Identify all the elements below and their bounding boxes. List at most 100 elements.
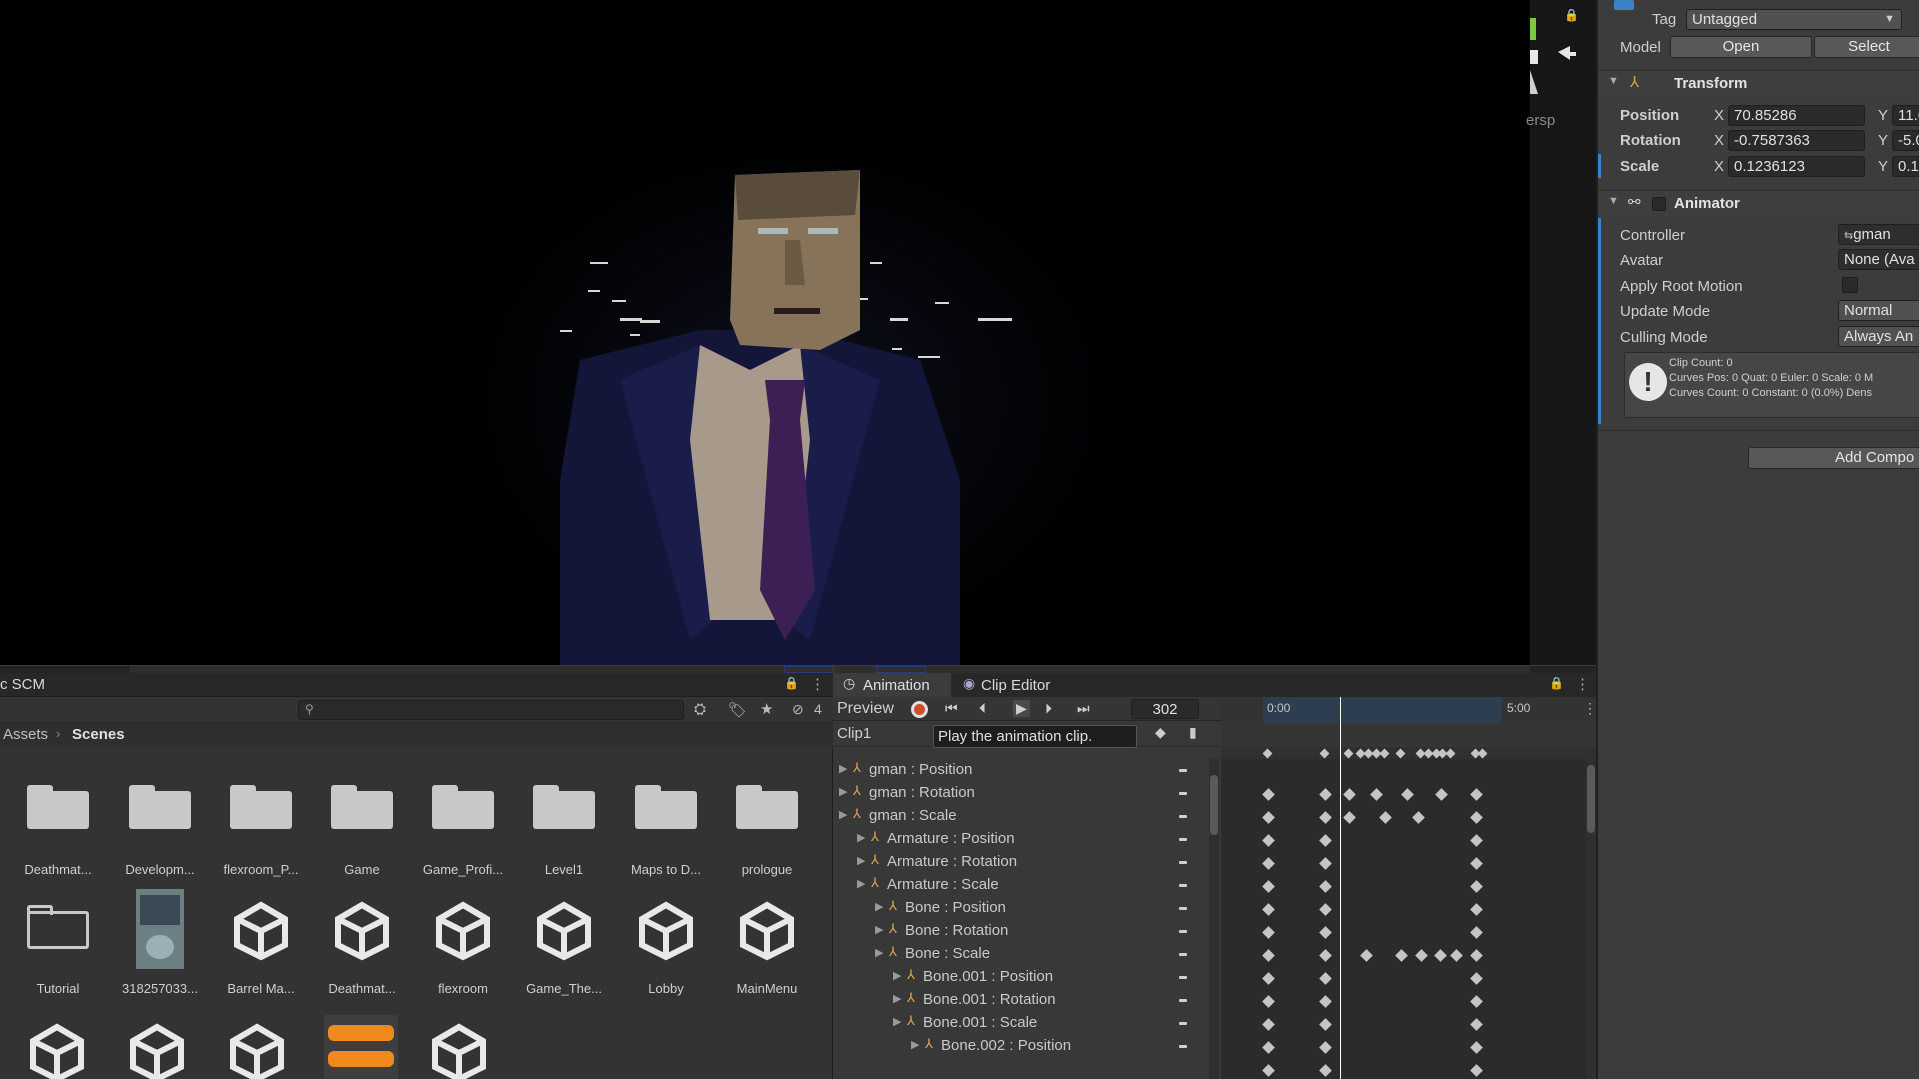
keyframe[interactable]: [1262, 949, 1275, 962]
track-row[interactable]: ▶⅄Bone : Rotation: [833, 920, 1208, 943]
transform-section[interactable]: ▼ ⅄ Transform: [1598, 70, 1919, 97]
persp-label[interactable]: ersp: [1526, 112, 1555, 129]
summary-keyframe[interactable]: [1478, 749, 1488, 759]
expand-arrow-icon[interactable]: ▶: [839, 762, 847, 775]
track-options-icon[interactable]: [1179, 976, 1187, 979]
expand-arrow-icon[interactable]: ▶: [875, 900, 883, 913]
keyframe[interactable]: [1470, 926, 1483, 939]
keyframe[interactable]: [1470, 1018, 1483, 1031]
keyframe[interactable]: [1343, 811, 1356, 824]
orientation-gizmo[interactable]: [1530, 0, 1596, 130]
track-row[interactable]: ▶⅄Bone : Position: [833, 897, 1208, 920]
track-row[interactable]: ▶⅄Armature : Rotation: [833, 851, 1208, 874]
asset-label[interactable]: Level1: [516, 862, 612, 877]
add-event-icon[interactable]: ▮: [1189, 724, 1197, 741]
keyframe[interactable]: [1470, 834, 1483, 847]
asset-label[interactable]: MainMenu: [719, 981, 815, 996]
keyframe[interactable]: [1412, 811, 1425, 824]
breadcrumb-scenes[interactable]: Scenes: [72, 726, 125, 743]
unity-scene-icon[interactable]: [635, 899, 697, 961]
folder-icon[interactable]: [129, 785, 191, 827]
summary-keyframe[interactable]: [1320, 749, 1330, 759]
label-icon[interactable]: 🏷: [728, 701, 747, 719]
keyframe[interactable]: [1470, 972, 1483, 985]
first-keyframe-icon[interactable]: ⏮: [945, 700, 958, 717]
folder-icon[interactable]: [331, 785, 393, 827]
keyframe[interactable]: [1262, 834, 1275, 847]
keyframe[interactable]: [1262, 857, 1275, 870]
summary-keyframe[interactable]: [1344, 749, 1354, 759]
keyframe[interactable]: [1262, 1018, 1275, 1031]
keyframe[interactable]: [1262, 926, 1275, 939]
controller-field[interactable]: ⇆gman: [1838, 224, 1919, 245]
last-keyframe-icon[interactable]: ⏭: [1077, 700, 1090, 717]
keyframe-area[interactable]: [1221, 697, 1596, 1079]
keyframe[interactable]: [1360, 949, 1373, 962]
favorite-star-icon[interactable]: ★: [760, 700, 773, 718]
audio-clip-thumbnail[interactable]: [324, 1015, 398, 1079]
dopesheet-scrollbar[interactable]: [1586, 759, 1596, 1079]
asset-label[interactable]: Game: [314, 862, 410, 877]
expand-arrow-icon[interactable]: ▶: [875, 946, 883, 959]
track-options-icon[interactable]: [1179, 930, 1187, 933]
keyframe[interactable]: [1319, 903, 1332, 916]
track-options-icon[interactable]: [1179, 815, 1187, 818]
keyframe[interactable]: [1319, 857, 1332, 870]
track-list-scrollbar[interactable]: [1209, 759, 1219, 1079]
unity-scene-icon[interactable]: [533, 899, 595, 961]
expand-arrow-icon[interactable]: ▶: [857, 831, 865, 844]
expand-arrow-icon[interactable]: ▶: [911, 1038, 919, 1051]
keyframe[interactable]: [1379, 811, 1392, 824]
track-options-icon[interactable]: [1179, 838, 1187, 841]
scene-handle-right[interactable]: [876, 666, 926, 673]
track-options-icon[interactable]: [1179, 884, 1187, 887]
keyframe[interactable]: [1262, 903, 1275, 916]
rotation-y-field[interactable]: -5.0: [1892, 130, 1919, 151]
keyframe[interactable]: [1319, 972, 1332, 985]
dopesheet[interactable]: 0:00 5:00 ⋮: [1221, 697, 1596, 1079]
asset-label[interactable]: Maps to D...: [618, 862, 714, 877]
lock-icon[interactable]: 🔒: [784, 676, 799, 690]
asset-label[interactable]: Barrel Ma...: [213, 981, 309, 996]
summary-keyframe[interactable]: [1380, 749, 1390, 759]
keyframe[interactable]: [1262, 880, 1275, 893]
keyframe[interactable]: [1401, 788, 1414, 801]
unity-scene-icon[interactable]: [226, 1021, 288, 1079]
track-options-icon[interactable]: [1179, 861, 1187, 864]
keyframe[interactable]: [1370, 788, 1383, 801]
animator-enabled-checkbox[interactable]: [1652, 197, 1666, 211]
hidden-packages-icon[interactable]: ⊘: [792, 701, 804, 718]
keyframe[interactable]: [1470, 880, 1483, 893]
asset-label[interactable]: 318257033...: [112, 981, 208, 996]
track-row[interactable]: ▶⅄gman : Rotation: [833, 782, 1208, 805]
unity-scene-icon[interactable]: [126, 1021, 188, 1079]
folder-icon[interactable]: [27, 905, 89, 947]
keyframe[interactable]: [1434, 949, 1447, 962]
summary-keyframe[interactable]: [1396, 749, 1406, 759]
add-component-button[interactable]: Add Compo: [1748, 447, 1919, 469]
keyframe[interactable]: [1415, 949, 1428, 962]
expand-arrow-icon[interactable]: ▶: [857, 877, 865, 890]
scene-handle-left[interactable]: [784, 666, 834, 673]
keyframe[interactable]: [1395, 949, 1408, 962]
track-options-icon[interactable]: [1179, 953, 1187, 956]
keyframe[interactable]: [1262, 811, 1275, 824]
track-row[interactable]: ▶⅄Bone : Scale: [833, 943, 1208, 966]
tab-animation[interactable]: ◷ Animation: [833, 673, 951, 697]
keyframe[interactable]: [1319, 949, 1332, 962]
asset-label[interactable]: Deathmat...: [314, 981, 410, 996]
tab-clip-editor[interactable]: ◉ Clip Editor: [959, 673, 1069, 697]
asset-label[interactable]: Developm...: [112, 862, 208, 877]
keyframe[interactable]: [1470, 903, 1483, 916]
foldout-arrow-icon[interactable]: ▼: [1608, 75, 1619, 87]
keyframe[interactable]: [1319, 834, 1332, 847]
search-input[interactable]: ⚲: [298, 700, 684, 720]
unity-scene-icon[interactable]: [331, 899, 393, 961]
scene-view[interactable]: [0, 0, 1530, 665]
expand-arrow-icon[interactable]: ▶: [893, 992, 901, 1005]
open-button[interactable]: Open: [1670, 36, 1812, 58]
keyframe[interactable]: [1470, 1041, 1483, 1054]
keyframe[interactable]: [1319, 1064, 1332, 1077]
summary-keyframe[interactable]: [1263, 749, 1273, 759]
track-row[interactable]: ▶⅄Bone.001 : Scale: [833, 1012, 1208, 1035]
